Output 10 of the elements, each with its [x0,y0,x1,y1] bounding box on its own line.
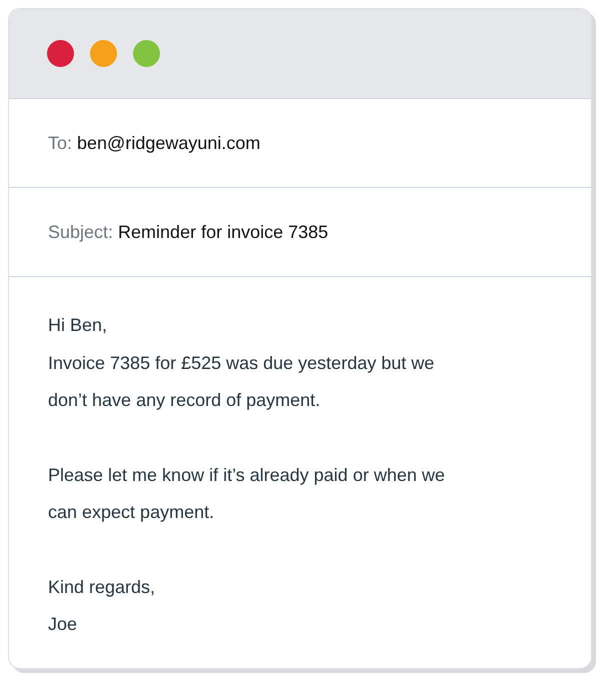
message-paragraph: Please let me know if it’s already paid or when we can expect payment. [48,464,446,524]
message-paragraph: Kind regards, Joe [48,576,156,636]
window-control-icon[interactable] [47,40,74,67]
window-control-icon[interactable] [133,40,160,67]
field-label: To: [48,132,72,154]
window-control-icon[interactable] [90,40,117,67]
field-value: ben@ridgewayuni.com [77,132,260,154]
field-value: Reminder for invoice 7385 [118,222,328,242]
field-label: Subject: [48,222,114,242]
message-paragraph: Hi Ben, Invoice 7385 for £525 was due yesterday but we don’t have any record of payment. [48,314,436,412]
